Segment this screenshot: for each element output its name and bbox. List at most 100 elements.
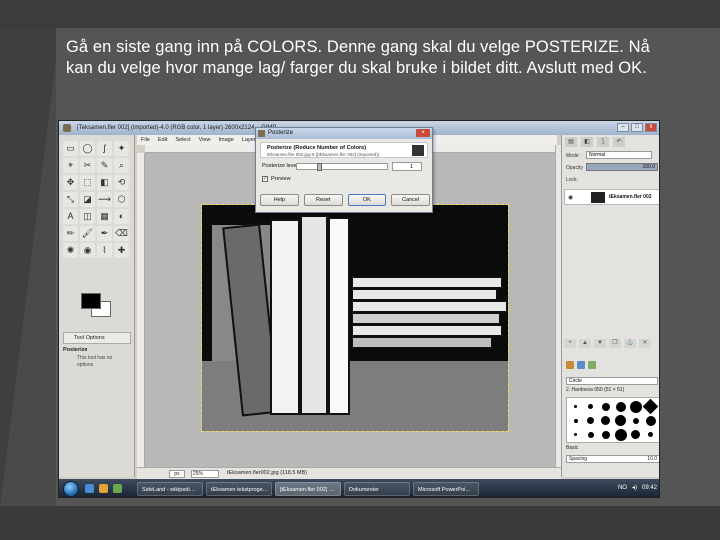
brushes-tab-icon[interactable] <box>566 361 574 369</box>
tool-icon[interactable]: ⟲ <box>114 175 129 190</box>
tool-icon[interactable]: ◉ <box>80 243 95 258</box>
menu-item-edit[interactable]: Edit <box>158 135 167 145</box>
brush-item[interactable] <box>569 428 582 441</box>
help-button[interactable]: Help <box>260 194 299 206</box>
brush-item[interactable] <box>629 428 642 441</box>
brush-item[interactable] <box>599 428 612 441</box>
brush-item[interactable] <box>614 428 627 441</box>
tool-icon[interactable]: ✚ <box>114 243 129 258</box>
tool-icon[interactable]: ⌇ <box>97 243 112 258</box>
posterize-levels-slider[interactable] <box>296 163 388 171</box>
tool-icon[interactable]: ▦ <box>97 209 112 224</box>
brush-item[interactable] <box>584 414 597 427</box>
brush-item[interactable] <box>584 400 597 413</box>
taskbar-item[interactable]: SideLand - wikipedi… <box>137 482 203 496</box>
channels-tab-icon[interactable]: ◧ <box>581 137 593 147</box>
eye-icon[interactable]: ◉ <box>568 194 573 201</box>
tool-icon[interactable]: ✥ <box>63 175 78 190</box>
foreground-color-swatch[interactable] <box>81 293 101 309</box>
tool-icon[interactable]: ⟿ <box>97 192 112 207</box>
tool-icon[interactable]: ◧ <box>97 175 112 190</box>
delete-layer-icon[interactable]: ✕ <box>639 339 651 348</box>
brush-item[interactable] <box>584 428 597 441</box>
preview-checkbox[interactable]: ✓ <box>262 176 268 182</box>
language-indicator[interactable]: NO <box>618 485 627 491</box>
cancel-button[interactable]: Cancel <box>391 194 430 206</box>
brush-item[interactable] <box>644 428 657 441</box>
tool-icon[interactable]: ⌕ <box>114 158 129 173</box>
duplicate-layer-icon[interactable]: ❐ <box>609 339 621 348</box>
reset-button[interactable]: Reset <box>303 194 343 206</box>
brush-item[interactable] <box>569 400 582 413</box>
layers-tab-icon[interactable]: ▤ <box>565 137 577 147</box>
tool-icon[interactable]: ⬚ <box>80 175 95 190</box>
lower-layer-icon[interactable]: ▼ <box>594 339 606 348</box>
posterize-levels-spinbox[interactable]: 1 <box>392 162 422 171</box>
tool-icon[interactable]: ⌖ <box>63 158 78 173</box>
menu-item-image[interactable]: Image <box>218 135 233 145</box>
brush-item[interactable] <box>614 400 627 413</box>
tool-icon[interactable]: ⤡ <box>63 192 78 207</box>
brush-item[interactable] <box>599 400 612 413</box>
start-button-icon[interactable] <box>63 481 79 497</box>
maximize-button[interactable]: □ <box>631 123 643 132</box>
new-layer-icon[interactable]: + <box>564 339 576 348</box>
layer-row[interactable]: ◉ tEksamen.fler 002 <box>564 189 659 205</box>
brush-item[interactable] <box>569 414 582 427</box>
tool-icon[interactable]: ▭ <box>63 141 78 156</box>
tool-icon[interactable]: ◪ <box>80 192 95 207</box>
mode-select[interactable]: Normal <box>586 151 652 159</box>
clock[interactable]: 09:42 <box>642 485 657 491</box>
taskbar-item[interactable]: Microsoft PowerPoi… <box>413 482 479 496</box>
brush-spacing-slider[interactable]: Spacing 10.0 <box>566 455 659 463</box>
tool-icon[interactable]: ◯ <box>80 141 95 156</box>
menu-item-view[interactable]: View <box>199 135 211 145</box>
tool-icon[interactable]: A <box>63 209 78 224</box>
tool-icon[interactable]: ⬡ <box>114 192 129 207</box>
tool-icon[interactable]: ◫ <box>80 209 95 224</box>
anchor-layer-icon[interactable]: ⚓ <box>624 339 636 348</box>
minimize-button[interactable]: – <box>617 123 629 132</box>
brush-item[interactable] <box>629 414 642 427</box>
ok-button[interactable]: OK <box>347 194 387 206</box>
preview-toggle[interactable]: ✓ Preview <box>262 176 291 182</box>
patterns-tab-icon[interactable] <box>577 361 585 369</box>
quicklaunch-folder-icon[interactable] <box>99 484 108 493</box>
brush-item[interactable] <box>642 398 659 415</box>
raise-layer-icon[interactable]: ▲ <box>579 339 591 348</box>
menu-item-layer[interactable]: Layer <box>242 135 256 145</box>
brush-item[interactable] <box>644 414 657 427</box>
tool-icon[interactable]: ◐ <box>114 209 129 224</box>
gradients-tab-icon[interactable] <box>588 361 596 369</box>
tool-icon[interactable]: ✒ <box>97 226 112 241</box>
paths-tab-icon[interactable]: ⟆ <box>597 137 609 147</box>
quicklaunch-ie-icon[interactable] <box>85 484 94 493</box>
slider-handle[interactable] <box>317 163 322 171</box>
quicklaunch-media-icon[interactable] <box>113 484 122 493</box>
volume-icon[interactable]: ◂) <box>632 484 637 491</box>
brush-item[interactable] <box>629 400 642 413</box>
close-button[interactable]: x <box>645 123 657 132</box>
taskbar-item[interactable]: Dokumenter <box>344 482 410 496</box>
tool-icon[interactable]: ✺ <box>63 243 78 258</box>
unit-selector[interactable]: px <box>169 470 185 478</box>
tool-icon[interactable]: ʃ <box>97 141 112 156</box>
tab-tool-options[interactable]: Tool Options <box>63 332 131 344</box>
brush-item[interactable] <box>599 414 612 427</box>
brush-filter-input[interactable]: Circle <box>566 377 658 385</box>
tool-icon[interactable]: ⌫ <box>114 226 129 241</box>
tool-icon[interactable]: ✏ <box>63 226 78 241</box>
tool-icon[interactable]: ✂ <box>80 158 95 173</box>
menu-item-file[interactable]: File <box>141 135 150 145</box>
taskbar-item[interactable]: tEksamen tekstproge… <box>206 482 272 496</box>
opacity-slider[interactable]: 100.0 <box>586 163 658 171</box>
taskbar-item[interactable]: [tEksamen.fler 002] … <box>275 482 341 496</box>
brush-item[interactable] <box>614 414 627 427</box>
posterized-books-image[interactable] <box>201 204 509 432</box>
dialog-close-icon[interactable]: × <box>416 129 430 137</box>
tool-icon[interactable]: 🖌 <box>80 226 95 241</box>
undo-tab-icon[interactable]: ↶ <box>613 137 625 147</box>
menu-item-select[interactable]: Select <box>175 135 190 145</box>
zoom-selector[interactable]: 25% <box>191 470 219 478</box>
tool-icon[interactable]: ✦ <box>114 141 129 156</box>
